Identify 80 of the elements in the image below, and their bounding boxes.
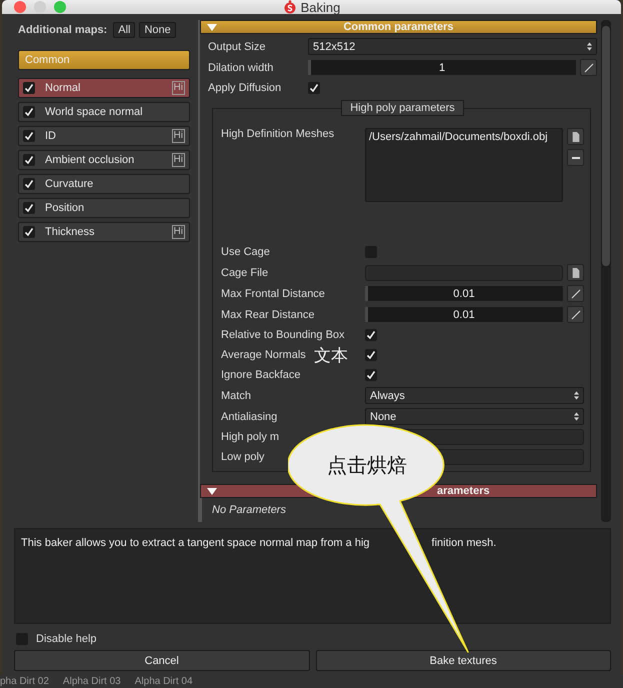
parameter-label: Ignore Backface bbox=[221, 369, 300, 381]
map-checkbox[interactable] bbox=[23, 226, 35, 238]
dialog-button[interactable]: Bake textures bbox=[316, 650, 611, 671]
map-checkbox[interactable] bbox=[23, 130, 35, 142]
up-down-arrows-icon bbox=[574, 412, 579, 421]
collapse-triangle-icon[interactable] bbox=[207, 488, 217, 494]
map-list-item[interactable]: ID Hi bbox=[18, 126, 190, 146]
window-title: Baking bbox=[300, 0, 340, 14]
parameter-label: Cage File bbox=[221, 266, 268, 278]
parameter-label: Apply Diffusion bbox=[208, 82, 282, 94]
annotation-text: 文本 bbox=[314, 345, 348, 367]
parameter-label: Low poly bbox=[221, 451, 264, 463]
parameter-label: Match bbox=[221, 390, 251, 402]
parameter-label: High poly m bbox=[221, 431, 280, 443]
parameter-label: Output Size bbox=[208, 40, 266, 52]
group-title: High poly parameters bbox=[341, 100, 464, 116]
map-label: Thickness bbox=[45, 226, 96, 238]
help-text: This baker allows you to extract a tangent space normal map from a hig bbox=[21, 537, 370, 549]
background-tab-label: Alpha Dirt 04 bbox=[134, 675, 193, 688]
map-label: Position bbox=[45, 202, 86, 214]
map-label: Ambient occlusion bbox=[45, 154, 136, 166]
select-maps-button[interactable]: None bbox=[139, 22, 176, 38]
parameter-checkbox[interactable] bbox=[365, 349, 377, 361]
dropdown[interactable]: None bbox=[365, 408, 584, 425]
file-icon[interactable] bbox=[567, 264, 584, 281]
close-button[interactable] bbox=[14, 1, 26, 13]
dropdown[interactable]: Always bbox=[365, 387, 584, 404]
map-label: World space normal bbox=[45, 106, 144, 118]
map-checkbox[interactable] bbox=[23, 178, 35, 190]
parameter-checkbox[interactable] bbox=[308, 82, 320, 94]
help-text: finition mesh. bbox=[432, 537, 496, 549]
background-tab-label: Alpha Dirt 03 bbox=[62, 675, 121, 688]
parameter-label: Antialiasing bbox=[221, 410, 278, 422]
select-maps-button[interactable]: All bbox=[113, 22, 136, 38]
disable-help-label: Disable help bbox=[36, 633, 97, 645]
map-checkbox[interactable] bbox=[23, 202, 35, 214]
edit-pen-icon[interactable] bbox=[567, 285, 584, 302]
map-list-item[interactable]: Position bbox=[18, 198, 190, 218]
map-checkbox[interactable] bbox=[23, 154, 35, 166]
map-checkbox[interactable] bbox=[23, 82, 35, 94]
edit-pen-icon[interactable] bbox=[567, 306, 584, 323]
up-down-arrows-icon bbox=[587, 42, 592, 51]
collapse-triangle-icon[interactable] bbox=[207, 24, 217, 30]
map-list-item[interactable]: Curvature bbox=[18, 174, 190, 194]
map-label: ID bbox=[45, 130, 57, 142]
remove-icon[interactable] bbox=[567, 149, 584, 166]
number-slider[interactable]: 0.01 bbox=[365, 286, 563, 301]
parameter-label: High Definition Meshes bbox=[221, 128, 334, 140]
number-slider[interactable]: 1 bbox=[308, 60, 576, 75]
additional-maps-label: Additional maps: bbox=[18, 24, 108, 36]
parameter-label: Relative to Bounding Box bbox=[221, 329, 345, 341]
parameter-label: Average Normals bbox=[221, 349, 306, 361]
callout-text: 点击烘焙 bbox=[327, 452, 407, 479]
app-logo-icon bbox=[282, 0, 297, 14]
parameter-checkbox[interactable] bbox=[365, 329, 377, 341]
parameter-label: Max Rear Distance bbox=[221, 308, 315, 320]
parameter-label: Dilation width bbox=[208, 62, 274, 74]
map-label: Curvature bbox=[45, 178, 94, 190]
high-poly-badge: Hi bbox=[172, 153, 185, 167]
dialog-button[interactable]: Cancel bbox=[14, 650, 310, 671]
dropdown[interactable]: 512x512 bbox=[308, 38, 597, 55]
parameter-checkbox[interactable] bbox=[365, 369, 377, 381]
scrollbar[interactable] bbox=[601, 20, 611, 522]
up-down-arrows-icon bbox=[574, 391, 579, 400]
map-list-item[interactable]: Normal Hi bbox=[18, 78, 190, 98]
map-list-item[interactable]: Thickness Hi bbox=[18, 222, 190, 242]
map-list-item[interactable]: Ambient occlusion Hi bbox=[18, 150, 190, 170]
high-poly-badge: Hi bbox=[172, 225, 185, 239]
parameter-label: Use Cage bbox=[221, 246, 270, 258]
file-list[interactable]: /Users/zahmail/Documents/boxdi.obj bbox=[365, 128, 563, 202]
map-label: Normal bbox=[45, 82, 82, 94]
map-checkbox[interactable] bbox=[23, 106, 35, 118]
file-icon[interactable] bbox=[567, 128, 584, 145]
high-poly-badge: Hi bbox=[172, 81, 185, 95]
high-poly-badge: Hi bbox=[172, 129, 185, 143]
parameter-label: Max Frontal Distance bbox=[221, 288, 325, 300]
number-slider[interactable]: 0.01 bbox=[365, 307, 563, 322]
edit-pen-icon[interactable] bbox=[580, 59, 597, 76]
map-list-item[interactable]: World space normal bbox=[18, 102, 190, 122]
background-tab-label: pha Dirt 02 bbox=[0, 675, 49, 688]
